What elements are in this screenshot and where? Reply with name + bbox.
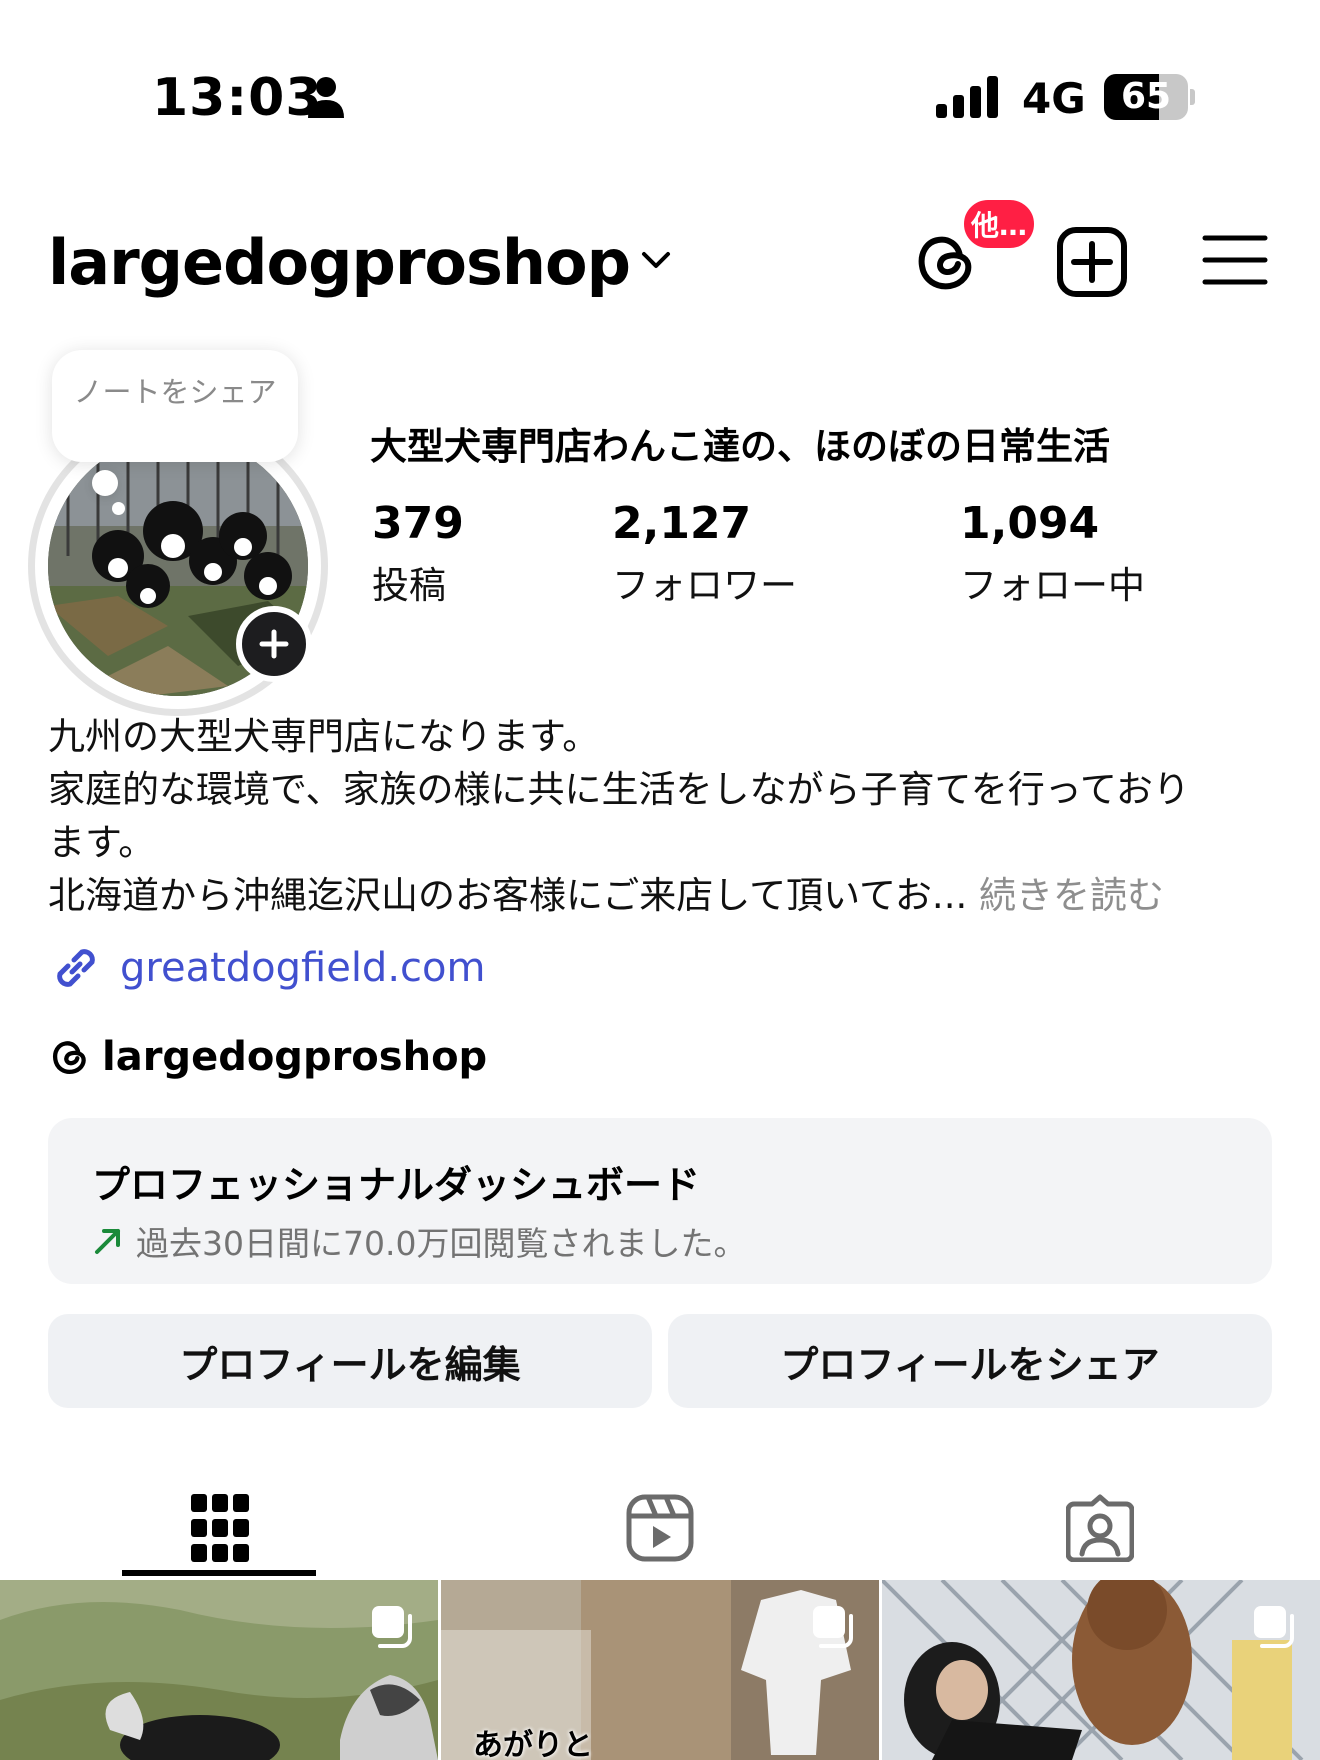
stat-label: 投稿 [372,564,446,607]
profile-bio: 九州の大型犬専門店になります。 家庭的な環境で、家族の様に共に生活をしながら子育… [48,710,1278,922]
website-url[interactable]: greatdogfield.com [120,945,485,991]
stat-value: 2,127 [612,498,752,549]
bio-line: 九州の大型犬専門店になります。 [48,715,600,758]
post-thumbnail[interactable]: あがりと [441,1580,879,1760]
multi-post-icon [1254,1606,1294,1648]
post-thumbnail[interactable] [0,1580,438,1760]
threads-profile-link[interactable]: largedogproshop [48,1032,487,1082]
active-tab-indicator [122,1570,316,1576]
stat-value: 379 [372,498,464,549]
share-profile-button[interactable]: プロフィールをシェア [668,1314,1272,1408]
plus-icon [259,629,289,659]
post-thumbnail[interactable] [882,1580,1320,1760]
trending-up-icon [95,1229,120,1254]
account-username[interactable]: largedogproshop [48,226,631,299]
read-more-link[interactable]: 続きを読む [979,874,1164,917]
add-story-button[interactable] [236,606,312,682]
threads-icon [52,1041,86,1074]
bio-line: 家庭的な環境で、家族の様に共に生活をしながら子育てを行っており [48,768,1190,811]
network-type: 4G [1022,74,1086,123]
stat-label: フォロワー [612,564,797,607]
link-icon [57,949,95,987]
edit-profile-button[interactable]: プロフィールを編集 [48,1314,652,1408]
note-bubble-tail [92,470,118,496]
tagged-icon [1066,1494,1134,1562]
multi-post-icon [372,1606,412,1648]
tab-posts[interactable] [0,1470,440,1586]
bio-line-text: 北海道から沖縄迄沢山のお客様にご来店して頂いてお... [48,874,968,917]
dashboard-title: プロフェッショナルダッシュボード [92,1163,701,1207]
menu-icon[interactable] [1202,232,1268,288]
share-note-bubble[interactable]: ノートをシェア [52,350,298,462]
stat-value: 1,094 [960,498,1100,549]
multi-post-icon [813,1606,853,1648]
dashboard-subtitle-text: 過去30日間に70.0万回閲覧されました。 [136,1224,747,1263]
stat-label: フォロー中 [960,564,1145,607]
cellular-signal-icon [936,76,998,118]
tab-tagged[interactable] [880,1470,1320,1586]
dashboard-subtitle: 過去30日間に70.0万回閲覧されました。 [92,1217,1228,1265]
battery-level: 65 [1120,76,1172,117]
stat-following[interactable]: 1,094 フォロー中 [960,498,1145,609]
status-bar: 13:03 4G 65 [0,0,1320,150]
website-link[interactable]: greatdogfield.com [48,940,485,996]
bio-line-last: 北海道から沖縄迄沢山のお客様にご来店して頂いてお... 続きを読む [48,869,1278,922]
reels-icon [626,1494,694,1562]
professional-dashboard[interactable]: プロフェッショナルダッシュボード 過去30日間に70.0万回閲覧されました。 [48,1118,1272,1284]
threads-handle-text: largedogproshop [102,1034,488,1080]
chevron-down-icon[interactable] [640,248,672,272]
tab-reels[interactable] [440,1470,880,1586]
stat-followers[interactable]: 2,127 フォロワー [612,498,797,609]
grid-icon [191,1494,249,1562]
battery-icon: 65 [1104,74,1195,120]
bio-line: ます。 [48,821,156,864]
person-icon [308,77,344,118]
stat-posts[interactable]: 379 投稿 [372,498,464,609]
status-time: 13:03 [152,68,323,128]
profile-display-name: 大型犬専門店わんこ達の、ほのぼの日常生活 [370,425,1110,468]
new-post-icon[interactable] [1056,226,1128,298]
post-overlay-text: あがりと [473,1728,593,1760]
notification-badge[interactable]: 他… [960,196,1038,252]
note-bubble-tail-small [112,502,125,515]
